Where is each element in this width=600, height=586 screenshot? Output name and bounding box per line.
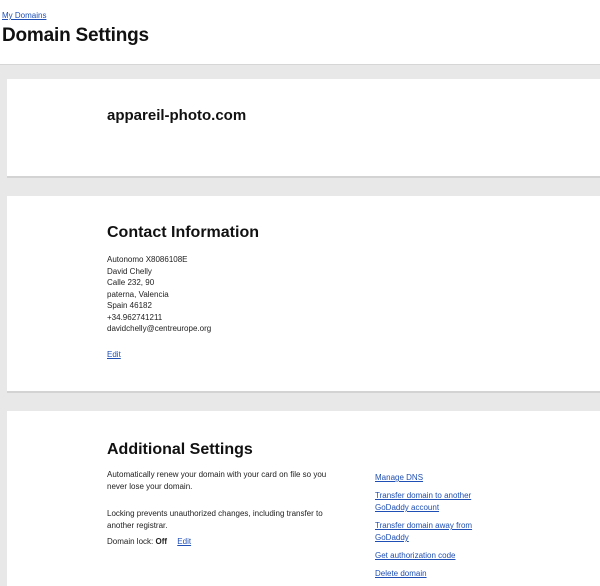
contact-card: Contact Information Autonomo X8086108E D… xyxy=(7,196,600,393)
contact-line: David Chelly xyxy=(107,266,152,276)
page-header: My Domains Domain Settings xyxy=(0,0,600,64)
contact-line: Spain 46182 xyxy=(107,301,152,310)
additional-section-title: Additional Settings xyxy=(107,441,253,458)
contact-line: Autonomo X8086108E xyxy=(107,255,188,264)
transfer-away-link[interactable]: Transfer domain away from GoDaddy xyxy=(375,520,485,544)
contact-line: paterna, Valencia xyxy=(107,289,169,299)
contact-line: +34.962741211 xyxy=(107,312,163,322)
edit-contact-link[interactable]: Edit xyxy=(107,350,121,359)
page-title: Domain Settings xyxy=(2,25,149,46)
contact-details: Autonomo X8086108E David Chelly Calle 23… xyxy=(107,254,217,335)
delete-domain-link[interactable]: Delete domain xyxy=(375,568,485,580)
domain-actions: Manage DNS Transfer domain to another Go… xyxy=(375,472,485,580)
manage-dns-link[interactable]: Manage DNS xyxy=(375,472,485,484)
breadcrumb-my-domains[interactable]: My Domains xyxy=(2,11,46,20)
additional-settings-card: Additional Settings Automatically renew … xyxy=(7,411,600,586)
contact-section-title: Contact Information xyxy=(107,224,259,241)
domain-lock-label: Domain lock: xyxy=(107,537,154,546)
get-authorization-code-link[interactable]: Get authorization code xyxy=(375,550,485,562)
domain-name: appareil-photo.com xyxy=(107,107,247,124)
contact-email: davidchelly@centreurope.org xyxy=(107,324,212,333)
domain-lock-row: Domain lock: Off Edit xyxy=(107,537,191,546)
auto-renew-text: Automatically renew your domain with you… xyxy=(107,470,327,491)
transfer-to-godaddy-account-link[interactable]: Transfer domain to another GoDaddy accou… xyxy=(375,490,485,514)
contact-line: Calle 232, 90 xyxy=(107,278,155,287)
domain-lock-value: Off xyxy=(155,537,168,546)
edit-domain-lock-link[interactable]: Edit xyxy=(177,537,191,546)
domain-card: appareil-photo.com xyxy=(7,79,600,178)
domain-lock-description: Locking prevents unauthorized changes, i… xyxy=(107,509,323,530)
